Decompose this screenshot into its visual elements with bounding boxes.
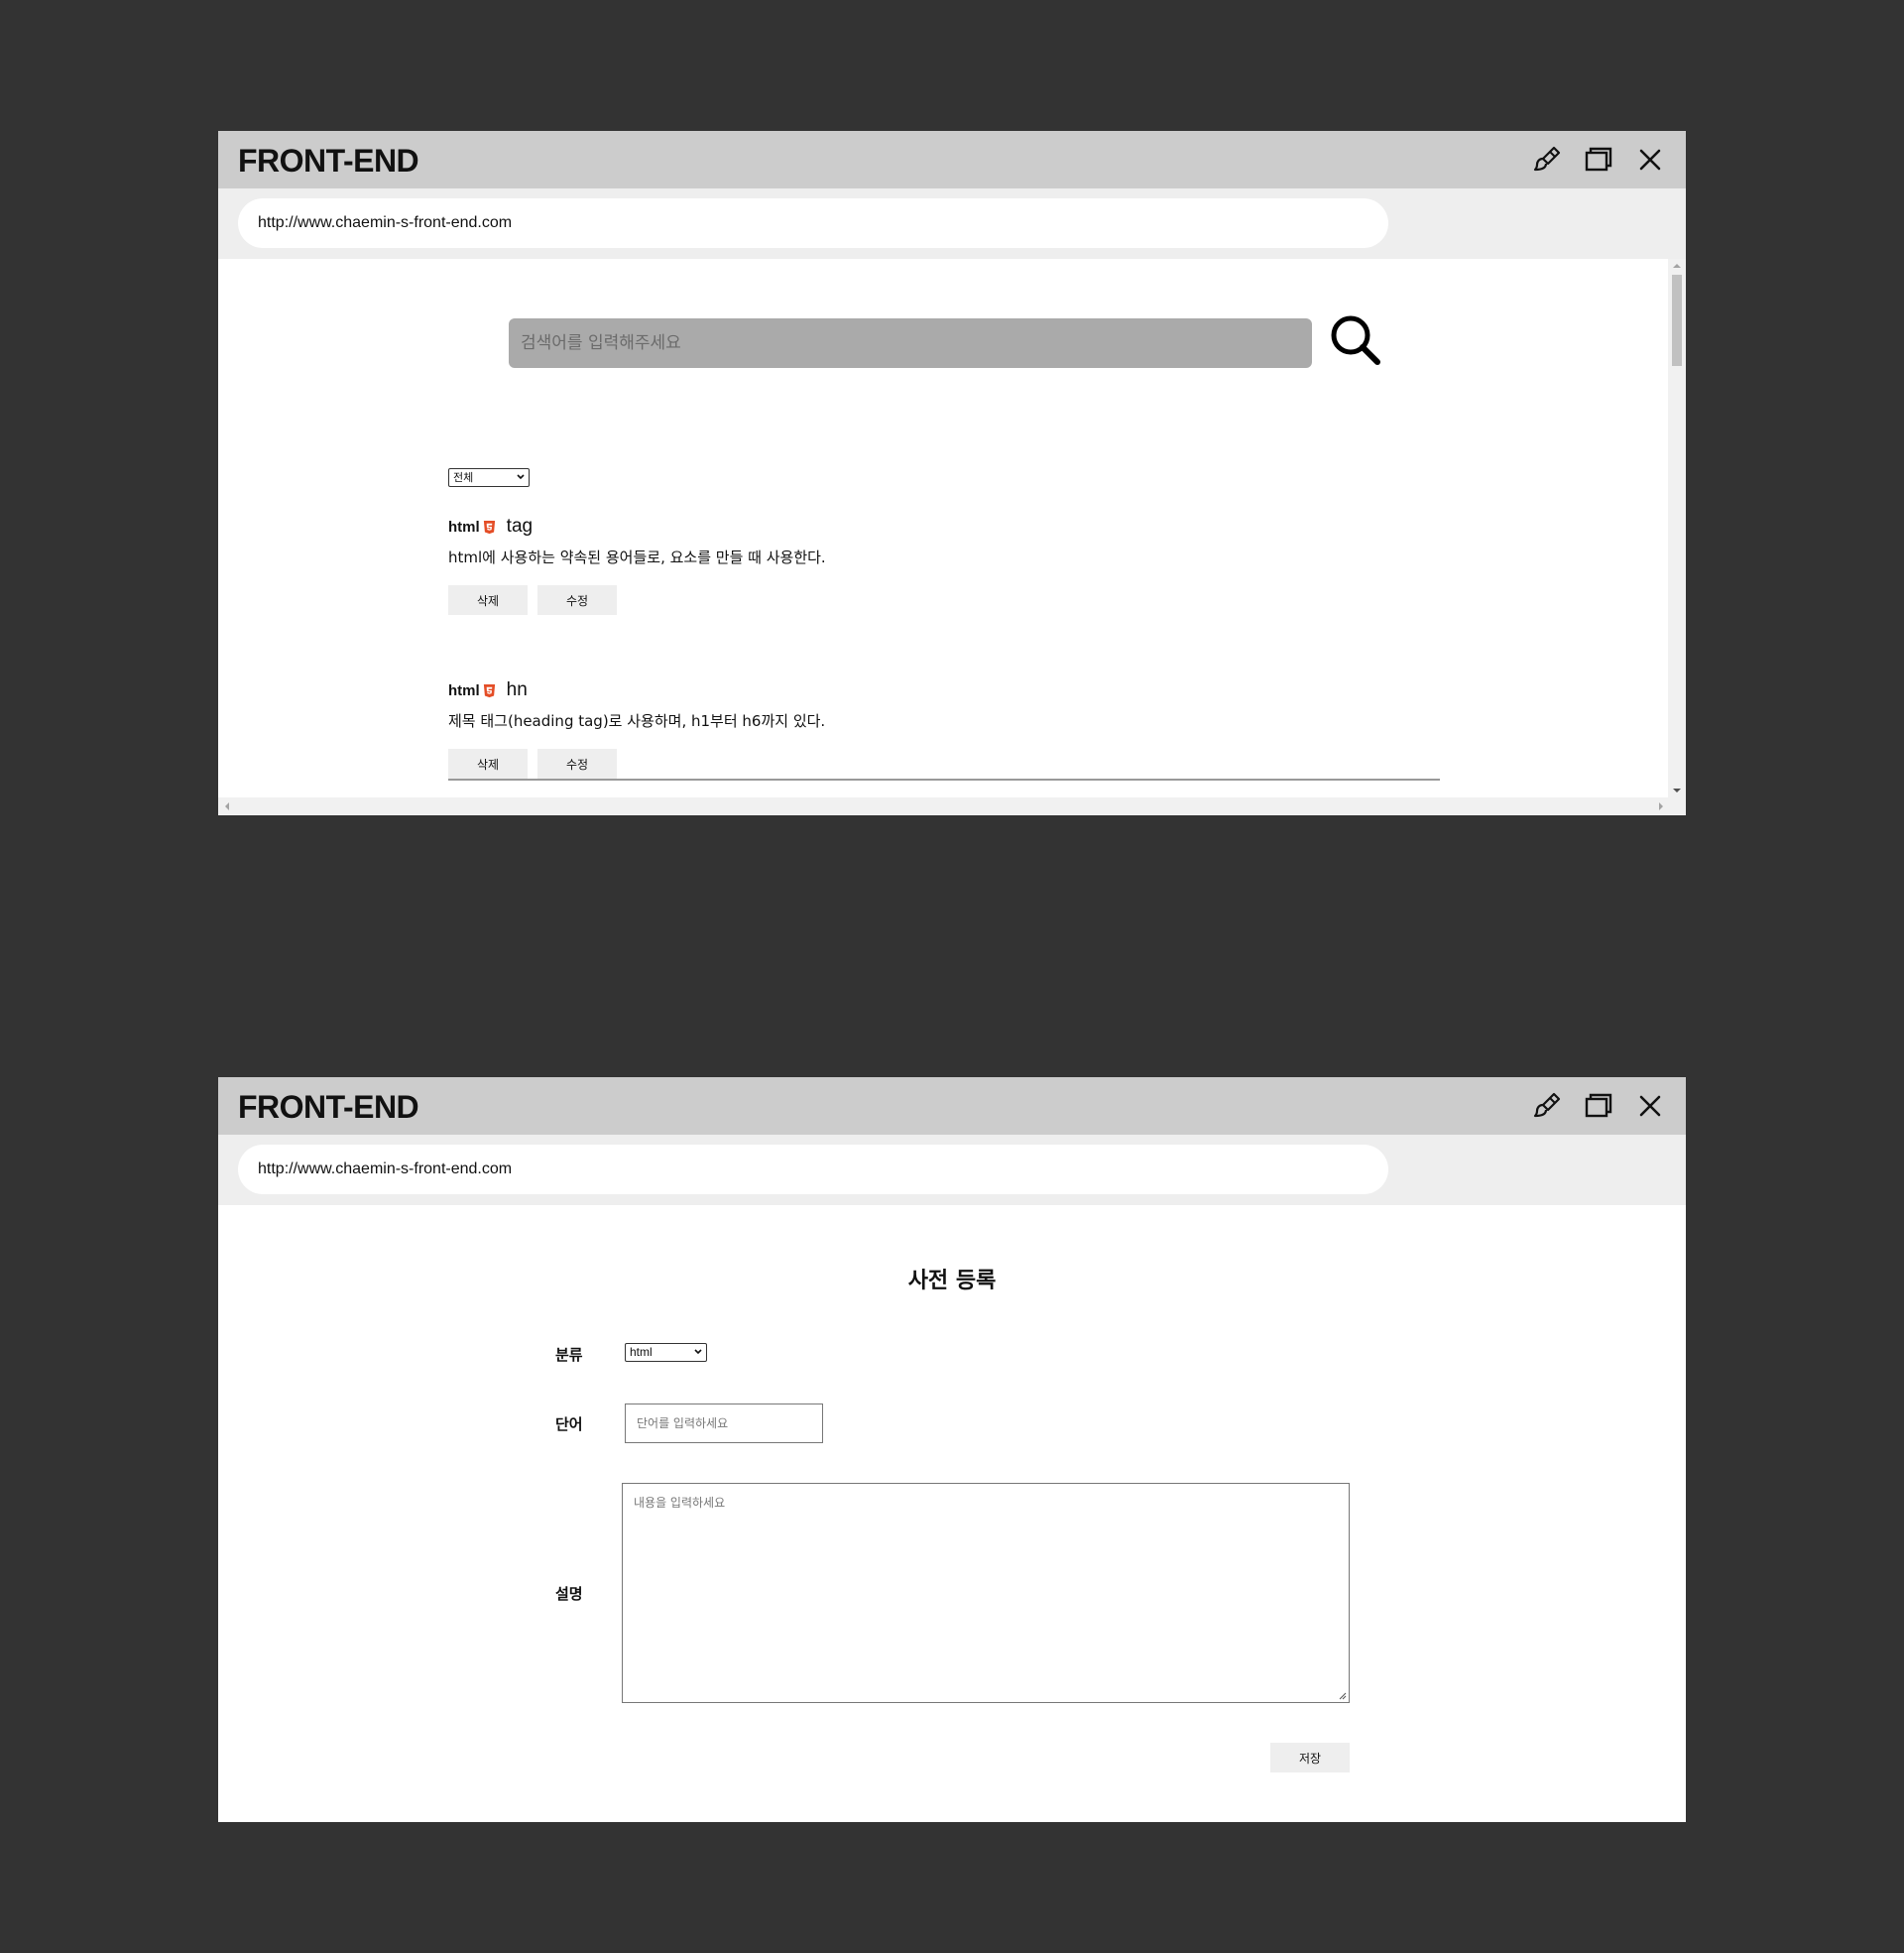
html5-icon (483, 520, 495, 534)
delete-button[interactable]: 삭제 (448, 749, 528, 779)
brush-icon[interactable] (1531, 1090, 1563, 1122)
entry-term: tag (506, 516, 534, 537)
vertical-scrollbar[interactable] (1668, 259, 1686, 797)
entry-description: 제목 태그(heading tag)로 사용하며, h1부터 h6까지 있다. (448, 712, 826, 730)
search-icon[interactable] (1328, 312, 1383, 368)
window-icon[interactable] (1583, 144, 1614, 176)
delete-button[interactable]: 삭제 (448, 585, 528, 615)
scroll-right-arrow-icon[interactable] (1659, 802, 1663, 810)
dictionary-entry: html tag html에 사용하는 약속된 용어들로, 요소를 만들 때 사… (448, 515, 826, 615)
address-bar: http://www.chaemin-s-front-end.com (218, 188, 1686, 259)
title-bar: FRONT-END (218, 131, 1686, 188)
page-content: 사전 등록 분류 html 단어 단어를 입력하세요 설명 내용을 입력하세요 … (218, 1205, 1686, 1822)
title-bar: FRONT-END (218, 1077, 1686, 1135)
word-label: 단어 (555, 1415, 583, 1433)
scroll-left-arrow-icon[interactable] (225, 802, 229, 810)
chevron-down-icon (694, 1349, 702, 1355)
edit-button[interactable]: 수정 (537, 585, 617, 615)
category-label: 분류 (555, 1346, 583, 1364)
url-field[interactable]: http://www.chaemin-s-front-end.com (238, 1145, 1388, 1194)
category-select[interactable]: html (625, 1343, 707, 1362)
scrollbar-thumb[interactable] (1672, 275, 1682, 366)
page-title: 사전 등록 (907, 1269, 997, 1293)
description-textarea[interactable]: 내용을 입력하세요 (622, 1483, 1350, 1703)
entry-category: html (448, 518, 480, 536)
filter-selected-value: 전체 (453, 471, 474, 484)
url-field[interactable]: http://www.chaemin-s-front-end.com (238, 198, 1388, 248)
chevron-down-icon (517, 474, 525, 480)
app-title: FRONT-END (238, 143, 419, 179)
address-bar: http://www.chaemin-s-front-end.com (218, 1135, 1686, 1205)
dictionary-entry: html hn 제목 태그(heading tag)로 사용하며, h1부터 h… (448, 678, 825, 779)
resize-handle-icon[interactable] (1338, 1691, 1347, 1700)
browser-window-form: FRONT-END http://www.chaemin-s-front-end… (218, 1077, 1686, 1822)
horizontal-scrollbar[interactable] (218, 797, 1686, 815)
browser-window-list: FRONT-END http://www.chaemin-s-front-end… (218, 131, 1686, 815)
entry-category: html (448, 681, 480, 699)
close-icon[interactable] (1634, 1090, 1666, 1122)
word-input[interactable]: 단어를 입력하세요 (625, 1404, 823, 1443)
page-content: 검색어를 입력해주세요 전체 html tag html에 사용하는 약속된 용… (218, 259, 1686, 815)
description-label: 설명 (555, 1585, 583, 1603)
html5-icon (483, 683, 495, 697)
window-icon[interactable] (1583, 1090, 1614, 1122)
description-placeholder: 내용을 입력하세요 (634, 1496, 726, 1510)
category-selected-value: html (630, 1345, 653, 1359)
edit-button[interactable]: 수정 (537, 749, 617, 779)
close-icon[interactable] (1634, 144, 1666, 176)
category-filter-select[interactable]: 전체 (448, 468, 530, 487)
search-input[interactable]: 검색어를 입력해주세요 (509, 318, 1312, 368)
entry-divider (448, 779, 1440, 781)
entry-term: hn (506, 679, 528, 700)
scroll-down-arrow-icon[interactable] (1673, 789, 1681, 793)
save-button[interactable]: 저장 (1270, 1743, 1350, 1772)
app-title: FRONT-END (238, 1089, 419, 1125)
entry-description: html에 사용하는 약속된 용어들로, 요소를 만들 때 사용한다. (448, 549, 826, 566)
brush-icon[interactable] (1531, 144, 1563, 176)
scroll-up-arrow-icon[interactable] (1673, 264, 1681, 268)
